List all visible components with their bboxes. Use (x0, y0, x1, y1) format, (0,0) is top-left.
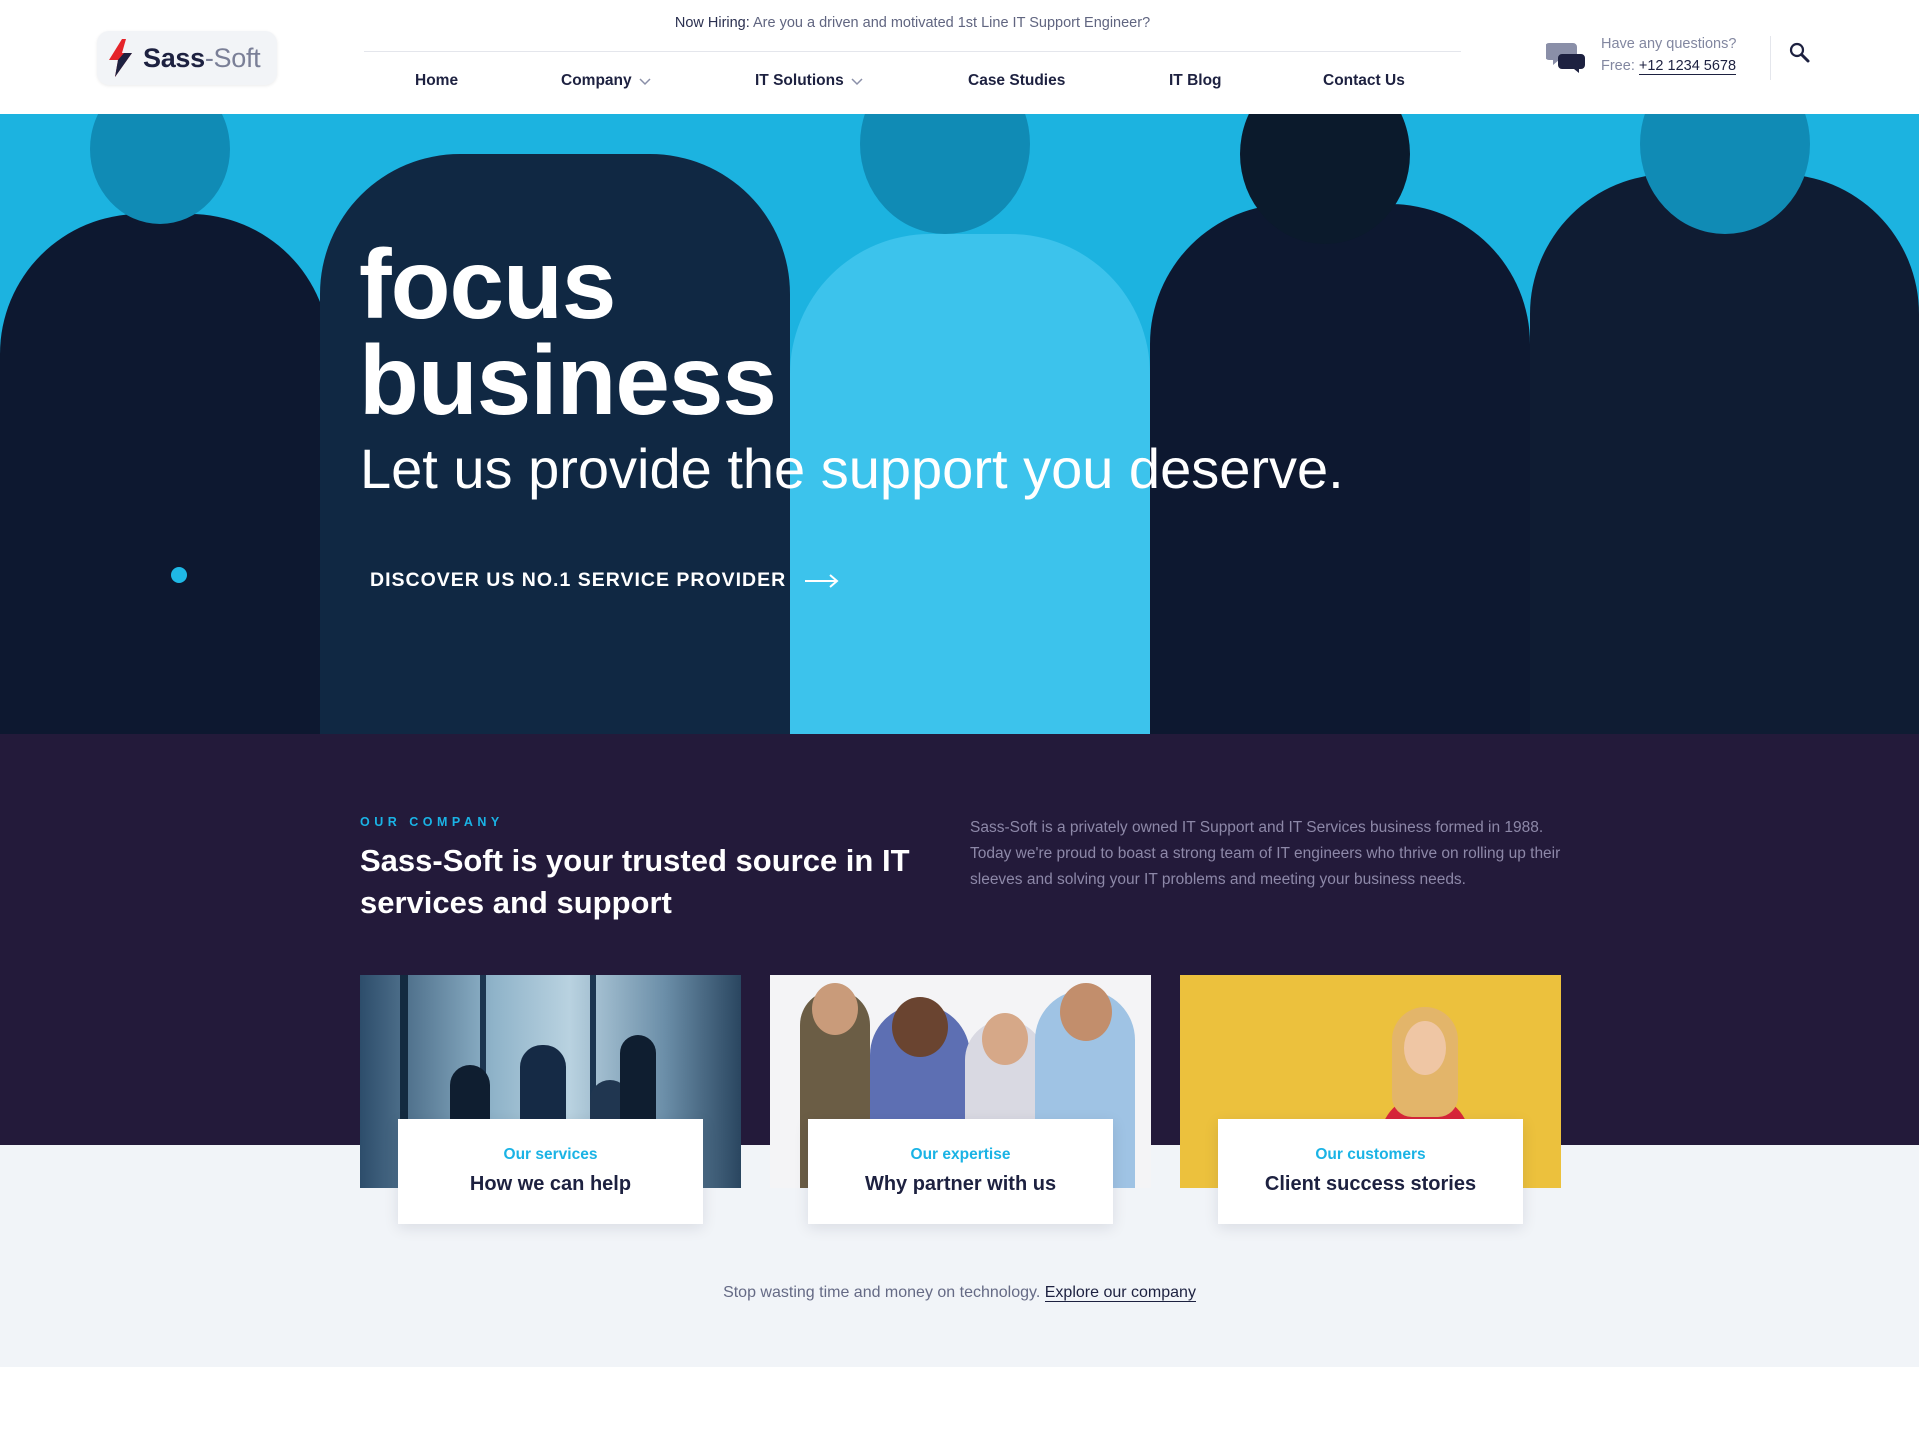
section-description: Sass-Soft is a privately owned IT Suppor… (970, 819, 1561, 888)
help-question: Have any questions? (1601, 36, 1737, 52)
hiring-label: Now Hiring: (674, 15, 750, 31)
expertise-card[interactable]: Our expertise Why partner with us (808, 1119, 1113, 1224)
card-kicker: Our customers (1315, 1146, 1426, 1163)
card-title: Why partner with us (864, 1173, 1057, 1195)
nav-company[interactable]: Company (561, 72, 652, 90)
explore-company-link[interactable]: Explore our company (1044, 1284, 1196, 1302)
hiring-text: Are you a driven and motivated 1st Line … (753, 15, 1151, 31)
logo-text-secondary: -Soft (204, 42, 261, 73)
section-eyebrow: OUR COMPANY (360, 815, 504, 829)
logo-text-primary: Sass (143, 42, 205, 73)
header-divider (1770, 36, 1771, 80)
hero-person-5 (1530, 174, 1919, 734)
hero-person-1-head (90, 114, 230, 224)
customers-card[interactable]: Our customers Client success stories (1218, 1119, 1523, 1224)
site-logo[interactable]: Sass-Soft (97, 31, 277, 85)
chevron-down-icon (851, 78, 863, 86)
hero-banner: focus business Let us provide the suppor… (0, 114, 1919, 734)
card-kicker: Our services (503, 1146, 598, 1163)
hero-indicator-dot (171, 567, 187, 583)
hero-person-3-head (860, 114, 1030, 234)
services-card[interactable]: Our services How we can help (398, 1119, 703, 1224)
main-nav: Home Company IT Solutions Case Studies I… (364, 72, 1461, 96)
nav-case-studies[interactable]: Case Studies (968, 72, 1065, 90)
phone-link[interactable]: +12 1234 5678 (1638, 58, 1737, 75)
hero-cta-label: DISCOVER US NO.1 SERVICE PROVIDER (370, 569, 787, 591)
card-title: How we can help (469, 1173, 632, 1195)
help-phone-line: Free: +12 1234 5678 (1601, 58, 1737, 75)
nav-home[interactable]: Home (415, 72, 458, 90)
chat-bubbles-icon (1546, 43, 1585, 73)
hero-cta-link[interactable]: DISCOVER US NO.1 SERVICE PROVIDER (370, 569, 840, 592)
search-icon[interactable] (1789, 42, 1811, 64)
hiring-banner[interactable]: Now Hiring: Are you a driven and motivat… (364, 15, 1461, 31)
nav-it-blog[interactable]: IT Blog (1169, 72, 1222, 90)
explore-line: Stop wasting time and money on technolog… (0, 1284, 1919, 1302)
nav-contact-us[interactable]: Contact Us (1323, 72, 1405, 90)
hero-person-1 (0, 214, 330, 734)
phone-label: Free: (1601, 58, 1635, 74)
explore-text: Stop wasting time and money on technolog… (723, 1284, 1041, 1301)
chevron-down-icon (639, 78, 651, 86)
site-header: Sass-Soft Now Hiring: Are you a driven a… (0, 0, 1919, 114)
card-kicker: Our expertise (910, 1146, 1011, 1163)
help-contact: Have any questions? Free: +12 1234 5678 (1546, 36, 1746, 80)
lightning-bolt-icon (109, 39, 132, 77)
divider (364, 51, 1461, 52)
card-title: Client success stories (1264, 1173, 1477, 1195)
nav-it-solutions[interactable]: IT Solutions (755, 72, 864, 90)
section-title: Sass-Soft is your trusted source in IT s… (360, 843, 910, 920)
hero-subtitle: Let us provide the support you deserve. (360, 437, 1344, 500)
hero-title: focus business (359, 229, 777, 435)
arrow-right-icon (805, 573, 839, 588)
